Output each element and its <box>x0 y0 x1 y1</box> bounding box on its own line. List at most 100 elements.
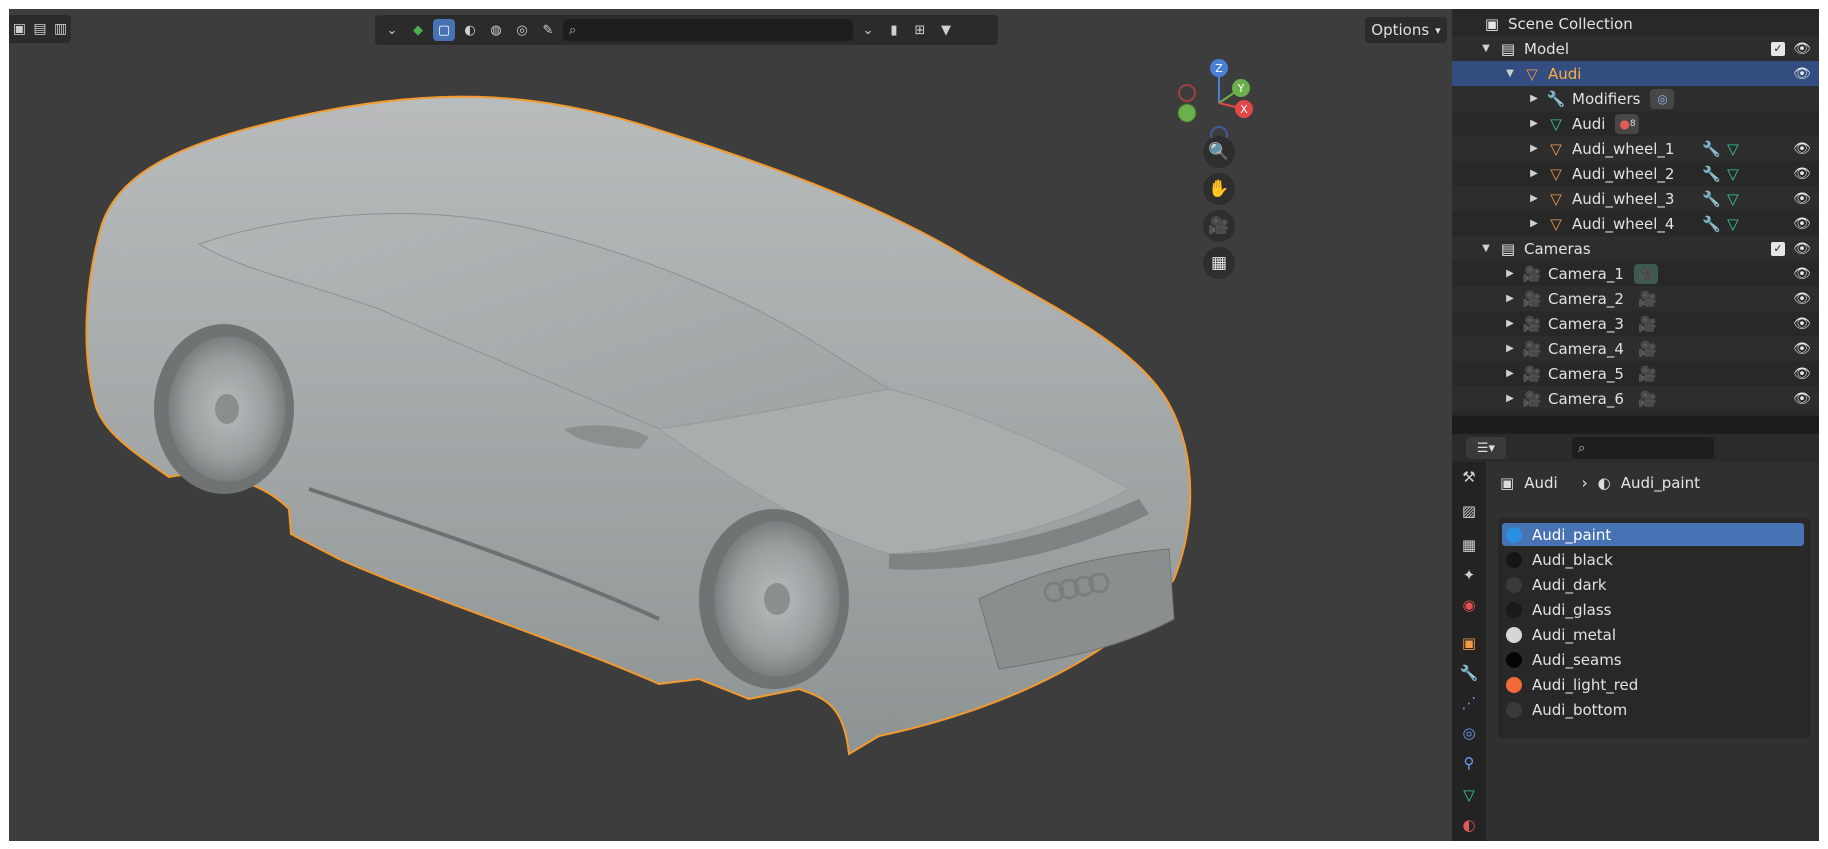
eye-icon[interactable]: 👁 <box>1793 215 1811 233</box>
eye-icon[interactable]: 👁 <box>1793 290 1811 308</box>
viewport-gizmo-toggle-icon[interactable]: ◆ <box>407 19 429 41</box>
mesh-data-icon[interactable]: ▽ <box>1727 165 1739 183</box>
outliner-row-camera-6[interactable]: ▶ 🎥 Camera_6 🎥 👁 <box>1452 386 1819 411</box>
disclosure-triangle-icon[interactable]: ▶ <box>1528 93 1540 104</box>
outliner-row-wheel-4[interactable]: ▶ ▽ Audi_wheel_4 🔧 ▽ 👁 <box>1452 211 1819 236</box>
modifier-badge-icon[interactable]: ◎ <box>1650 88 1675 109</box>
disclosure-triangle-icon[interactable]: ▶ <box>1504 393 1516 404</box>
eye-icon[interactable]: 👁 <box>1793 65 1811 83</box>
outliner-row-cameras[interactable]: ▼ ▤ Cameras ✓ 👁 <box>1452 236 1819 261</box>
properties-search-input[interactable]: ⌕ <box>1572 437 1714 459</box>
wrench-icon[interactable]: 🔧 <box>1702 215 1721 233</box>
outliner-row-modifiers[interactable]: ▶ 🔧 Modifiers ◎ <box>1452 86 1819 111</box>
zoom-icon[interactable]: 🔍 <box>1203 136 1235 168</box>
eye-icon[interactable]: 👁 <box>1793 40 1811 58</box>
constraints-tab-icon[interactable]: ⚲ <box>1458 752 1480 774</box>
camera-data-icon[interactable]: 🎥 <box>1638 315 1657 333</box>
output-tab-icon[interactable]: ▦ <box>1458 534 1480 556</box>
modifier-tab-icon[interactable]: 🔧 <box>1458 662 1480 684</box>
disclosure-triangle-icon[interactable]: ▶ <box>1528 218 1540 229</box>
viewport-search-input[interactable]: ⌕ <box>563 19 853 41</box>
outliner-row-camera-3[interactable]: ▶ 🎥 Camera_3 🎥 👁 <box>1452 311 1819 336</box>
outliner-row-camera-1[interactable]: ▶ 🎥 Camera_1 🎥 👁 <box>1452 261 1819 286</box>
disclosure-triangle-icon[interactable]: ▼ <box>1480 43 1492 54</box>
material-slot[interactable]: Audi_metal <box>1502 623 1804 646</box>
eye-icon[interactable]: 👁 <box>1793 390 1811 408</box>
layout-icon[interactable]: ⊞ <box>909 19 931 41</box>
camera-view-icon[interactable]: 🎥 <box>1203 210 1235 242</box>
outliner-row-wheel-3[interactable]: ▶ ▽ Audi_wheel_3 🔧 ▽ 👁 <box>1452 186 1819 211</box>
panel-divider[interactable] <box>1452 416 1819 434</box>
disclosure-triangle-icon[interactable]: ▶ <box>1528 143 1540 154</box>
object-tab-icon[interactable]: ▣ <box>1458 632 1480 654</box>
outliner-row-camera-4[interactable]: ▶ 🎥 Camera_4 🎥 👁 <box>1452 336 1819 361</box>
wrench-icon[interactable]: 🔧 <box>1702 190 1721 208</box>
disclosure-triangle-icon[interactable]: ▶ <box>1528 168 1540 179</box>
filter-icon[interactable]: ▼ <box>935 19 957 41</box>
eye-icon[interactable]: 👁 <box>1793 240 1811 258</box>
tool-tab-icon[interactable]: ⚒ <box>1458 466 1480 488</box>
outliner-row-wheel-2[interactable]: ▶ ▽ Audi_wheel_2 🔧 ▽ 👁 <box>1452 161 1819 186</box>
outliner-row-scene-collection[interactable]: ▣ Scene Collection <box>1452 11 1819 36</box>
disclosure-triangle-icon[interactable]: ▶ <box>1504 293 1516 304</box>
material-slot[interactable]: Audi_light_red <box>1502 673 1804 696</box>
physics-tab-icon[interactable]: ◎ <box>1458 722 1480 744</box>
scene-tab-icon[interactable]: ✦ <box>1458 564 1480 586</box>
mesh-data-icon[interactable]: ▽ <box>1727 190 1739 208</box>
collapse-icon[interactable]: ⌄ <box>857 19 879 41</box>
eye-icon[interactable]: 👁 <box>1793 165 1811 183</box>
options-dropdown[interactable]: Options ▾ <box>1365 17 1447 43</box>
camera-data-icon[interactable]: 🎥 <box>1638 290 1657 308</box>
disclosure-triangle-icon[interactable]: ▼ <box>1480 243 1492 254</box>
material-slot[interactable]: Audi_seams <box>1502 648 1804 671</box>
render-tab-icon[interactable]: ▨ <box>1458 500 1480 522</box>
camera-data-icon[interactable]: 🎥 <box>1634 263 1658 284</box>
eye-icon[interactable]: 👁 <box>1793 365 1811 383</box>
exclude-checkbox[interactable]: ✓ <box>1771 241 1785 256</box>
outliner-row-audi-mesh[interactable]: ▶ ▽ Audi ● 8 <box>1452 111 1819 136</box>
outliner-row-model[interactable]: ▼ ▤ Model ✓ 👁 <box>1452 36 1819 61</box>
material-shading-icon[interactable]: ◍ <box>485 19 507 41</box>
select-extend-icon[interactable]: ▤ <box>33 21 46 37</box>
disclosure-triangle-icon[interactable]: ▶ <box>1504 268 1516 279</box>
bookmark-icon[interactable]: ▮ <box>883 19 905 41</box>
outliner-row-audi[interactable]: ▼ ▽ Audi 👁 <box>1452 61 1819 86</box>
pan-hand-icon[interactable]: ✋ <box>1203 173 1235 205</box>
mesh-data-icon[interactable]: ▽ <box>1727 140 1739 158</box>
eye-icon[interactable]: 👁 <box>1793 340 1811 358</box>
select-box-icon[interactable]: ▣ <box>13 21 26 37</box>
outliner-row-wheel-1[interactable]: ▶ ▽ Audi_wheel_1 🔧 ▽ 👁 <box>1452 136 1819 161</box>
exclude-checkbox[interactable]: ✓ <box>1771 41 1785 56</box>
disclosure-triangle-icon[interactable]: ▶ <box>1504 368 1516 379</box>
eye-icon[interactable]: 👁 <box>1793 140 1811 158</box>
disclosure-triangle-icon[interactable]: ▶ <box>1504 343 1516 354</box>
material-slot[interactable]: Audi_dark <box>1502 573 1804 596</box>
camera-data-icon[interactable]: 🎥 <box>1638 365 1657 383</box>
disclosure-triangle-icon[interactable]: ▶ <box>1528 193 1540 204</box>
wireframe-shading-icon[interactable]: ▢ <box>433 19 455 41</box>
material-slot[interactable]: Audi_glass <box>1502 598 1804 621</box>
rendered-shading-icon[interactable]: ◎ <box>511 19 533 41</box>
disclosure-triangle-icon[interactable]: ▶ <box>1504 318 1516 329</box>
brush-icon[interactable]: ✎ <box>537 19 559 41</box>
outliner-row-camera-5[interactable]: ▶ 🎥 Camera_5 🎥 👁 <box>1452 361 1819 386</box>
solid-shading-icon[interactable]: ◐ <box>459 19 481 41</box>
eye-icon[interactable]: 👁 <box>1793 190 1811 208</box>
chevron-down-icon[interactable]: ⌄ <box>381 19 403 41</box>
wrench-icon[interactable]: 🔧 <box>1702 165 1721 183</box>
wrench-icon[interactable]: 🔧 <box>1702 140 1721 158</box>
material-tab-icon[interactable]: ◐ <box>1458 814 1480 836</box>
camera-data-icon[interactable]: 🎥 <box>1638 340 1657 358</box>
data-tab-icon[interactable]: ▽ <box>1458 784 1480 806</box>
particles-tab-icon[interactable]: ⋰ <box>1458 692 1480 714</box>
eye-icon[interactable]: 👁 <box>1793 315 1811 333</box>
camera-data-icon[interactable]: 🎥 <box>1638 390 1657 408</box>
outliner-row-camera-2[interactable]: ▶ 🎥 Camera_2 🎥 👁 <box>1452 286 1819 311</box>
viewport-mode-buttons[interactable]: ▣ ▤ ▥ <box>9 15 71 43</box>
world-tab-icon[interactable]: ◉ <box>1458 594 1480 616</box>
disclosure-triangle-icon[interactable]: ▼ <box>1504 68 1516 79</box>
material-badge-icon[interactable]: ● 8 <box>1615 113 1640 134</box>
eye-icon[interactable]: 👁 <box>1793 265 1811 283</box>
material-slot[interactable]: Audi_bottom <box>1502 698 1804 721</box>
mesh-data-icon[interactable]: ▽ <box>1727 215 1739 233</box>
